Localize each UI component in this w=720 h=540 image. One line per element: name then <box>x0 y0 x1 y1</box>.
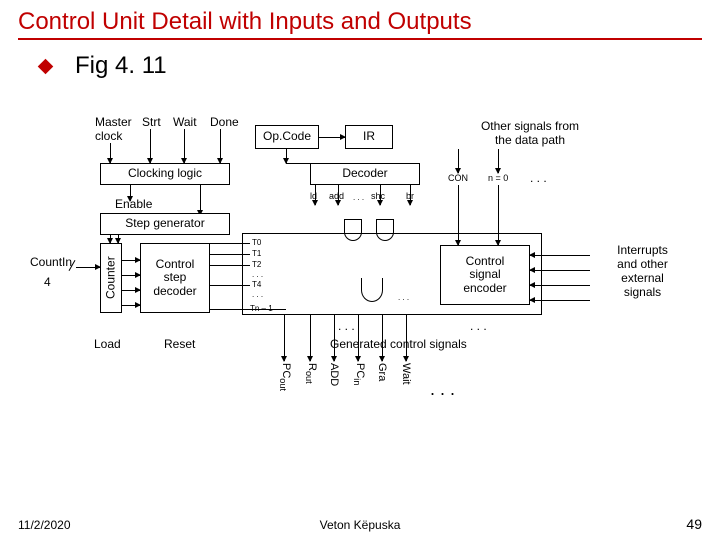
wire-sig6 <box>406 315 407 361</box>
dots-gen-l: . . . <box>338 319 355 333</box>
label-gen-sig: Generated control signals <box>330 337 467 351</box>
wire-stepgen-cnt1 <box>110 235 111 243</box>
label-dec-dots: . . . <box>353 193 364 202</box>
label-shc: shc <box>371 191 385 201</box>
sig-pcout: PCout <box>278 363 292 391</box>
footer-author: Veton Këpuska <box>320 518 401 532</box>
sig-add: ADD <box>328 363 340 386</box>
sig-dots: . . . <box>430 379 455 400</box>
label-strt: Strt <box>142 115 161 129</box>
box-opcode: Op.Code <box>255 125 319 149</box>
wire-mclk <box>110 143 111 163</box>
wire-cnt-dec2 <box>122 275 140 276</box>
label-four: 4 <box>44 275 51 289</box>
label-cond-dots: . . . <box>530 171 547 185</box>
wire-stepgen-cnt2 <box>118 235 119 243</box>
wire-dec-side <box>286 163 310 164</box>
footer-page: 49 <box>686 516 702 532</box>
wire-countin <box>76 267 100 268</box>
figure-line: Fig 4. 11 <box>40 52 720 80</box>
label-neq0: n = 0 <box>488 173 508 183</box>
box-stepgen: Step generator <box>100 213 230 235</box>
dots-gen-r: . . . <box>470 319 487 333</box>
wire-sig5 <box>382 315 383 361</box>
label-con: CON <box>448 173 468 183</box>
label-interrupts: Interrupts and other external signals <box>590 243 695 299</box>
box-ir: IR <box>345 125 393 149</box>
label-add: add <box>329 191 344 201</box>
label-reset: Reset <box>164 337 195 351</box>
wire-wait <box>184 129 185 163</box>
box-decoder: Decoder <box>310 163 420 185</box>
label-enable: Enable <box>115 197 152 211</box>
label-countin: CountIn <box>30 255 72 269</box>
wire-sig2 <box>310 315 311 361</box>
wire-cnt-dec3 <box>122 290 140 291</box>
page-title: Control Unit Detail with Inputs and Outp… <box>0 0 720 38</box>
wire-opcode-ir <box>319 137 345 138</box>
sig-rout: Rout <box>304 363 318 384</box>
figure-label: Fig 4. 11 <box>75 52 167 80</box>
wire-done <box>220 129 221 163</box>
wire-con <box>458 149 459 173</box>
bullet-icon <box>38 58 54 74</box>
footer-date: 11/2/2020 <box>18 518 71 532</box>
sig-wait: Wait <box>400 363 412 385</box>
label-ld: ld <box>310 191 317 201</box>
label-done: Done <box>210 115 239 129</box>
wire-strt <box>150 129 151 163</box>
wire-ir-dec <box>286 149 287 163</box>
wire-cnt-dec4 <box>122 305 140 306</box>
sig-pcin: PCin <box>352 363 366 385</box>
title-underline <box>18 38 702 40</box>
wire-sig4 <box>358 315 359 361</box>
box-clocking: Clocking logic <box>100 163 230 185</box>
wire-cnt-dec1 <box>122 260 140 261</box>
wire-clk-step <box>200 185 201 215</box>
sig-gra: Gra <box>376 363 388 381</box>
diagram: Master clock Strt Wait Done Op.Code IR O… <box>60 115 700 445</box>
label-other-signals: Other signals from the data path <box>450 119 610 147</box>
label-master-clock: Master clock <box>95 115 132 143</box>
wire-sig3 <box>334 315 335 361</box>
label-load: Load <box>94 337 121 351</box>
box-counter: Counter <box>100 243 122 313</box>
wire-sig1 <box>284 315 285 361</box>
label-br: br <box>406 191 414 201</box>
encoder-boundary <box>242 233 542 315</box>
wire-neq0 <box>498 149 499 173</box>
label-wait: Wait <box>173 115 197 129</box>
box-ctrl-step-decoder: Control step decoder <box>140 243 210 313</box>
